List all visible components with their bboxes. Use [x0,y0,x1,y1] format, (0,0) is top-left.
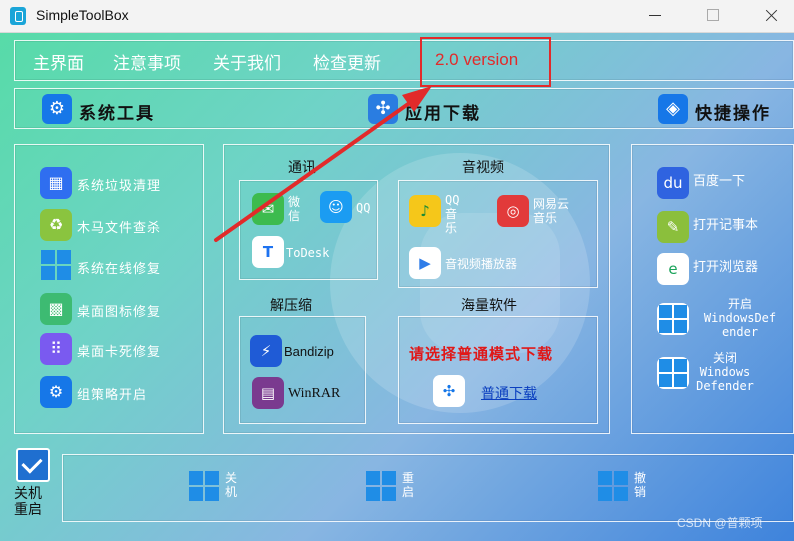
notepad-icon: ✎ [657,211,689,243]
app-label: ToDesk [286,246,330,260]
windows-icon [657,303,689,335]
action-label: 重 启 [402,471,415,499]
shortcut-baidu[interactable]: du 百度一下 [657,167,787,201]
app-wechat[interactable]: ✉ 微 信 [252,193,312,227]
windows-icon [657,357,689,389]
app-label: Bandizip [284,344,334,359]
group-title-media: 音视频 [462,160,504,176]
download-mode-notice: 请选择普通模式下载 [409,345,554,363]
category-label: 系统工具 [79,104,155,124]
shutdown-button[interactable]: 关 机 [189,471,259,507]
app-label: QQ 音 乐 [445,193,460,235]
todesk-icon: T [252,236,284,268]
gear-icon: ⚙ [40,376,72,408]
shortcuts-panel: du 百度一下 ✎ 打开记事本 e 打开浏览器 开启 WindowsDef en… [631,144,794,434]
shortcut-label: 关闭 Windows Defender [696,351,754,393]
recycle-icon: ♻ [40,209,72,241]
shutdown-restart-checkbox[interactable] [16,448,50,482]
netease-music-icon: ◎ [497,195,529,227]
action-label: 关 机 [225,471,238,499]
app-store-icon: ✣ [433,375,465,407]
group-title-archive: 解压缩 [270,298,312,314]
app-qq-music[interactable]: ♪ QQ 音 乐 [409,193,469,241]
system-tools-panel: ▦ 系统垃圾清理 ♻ 木马文件查杀 系统在线修复 ▩ 桌面图标修复 ⠿ 桌面卡死… [14,144,204,434]
qq-music-icon: ♪ [409,195,441,227]
comm-group: ✉ 微 信 ☺ QQ T ToDesk [239,180,378,280]
menu-item-about[interactable]: 关于我们 [213,49,281,74]
menu-item-notes[interactable]: 注意事项 [113,49,181,74]
shortcut-disable-defender[interactable] [657,357,689,391]
menu-bar: 主界面 注意事项 关于我们 检查更新 [14,40,794,81]
app-media-player[interactable]: ▶ 音视频播放器 [409,247,559,281]
title-bar: SimpleToolBox [0,0,794,33]
checkbox-label: 关机 重启 [14,486,42,518]
shortcut-label: 打开记事本 [693,218,759,233]
winrar-icon: ▤ [252,377,284,409]
media-group: ♪ QQ 音 乐 ◎ 网易云 音乐 ▶ 音视频播放器 [398,180,598,288]
app-label: 网易云 音乐 [533,197,570,225]
windows-icon [189,471,221,503]
shortcut-notepad[interactable]: ✎ 打开记事本 [657,211,787,245]
tool-label: 桌面卡死修复 [77,345,162,360]
windows-icon [40,250,72,282]
version-annotation-box: 2.0 version [420,37,551,87]
shortcut-label: 打开浏览器 [693,260,759,275]
qq-icon: ☺ [320,191,352,223]
app-store-icon: ✣ [368,94,398,124]
gear-icon: ⚙ [42,94,72,124]
massive-group: 请选择普通模式下载 ✣ 普通下载 [398,316,598,424]
close-icon[interactable] [748,0,794,32]
edge-icon: e [657,253,689,285]
app-todesk[interactable]: T ToDesk [252,236,352,270]
restart-button[interactable]: 重 启 [366,471,436,507]
grid-icon: ⠿ [40,333,72,365]
menu-item-check-update[interactable]: 检查更新 [313,49,381,74]
maximize-icon[interactable] [690,0,736,32]
version-annotation: 2.0 version [435,50,519,69]
creeper-icon: ▩ [40,293,72,325]
shortcut-label: 百度一下 [693,174,746,189]
shortcut-label: 开启 WindowsDef ender [703,297,777,339]
tool-label: 组策略开启 [77,388,148,403]
tool-label: 桌面图标修复 [77,305,162,320]
app-label: 音视频播放器 [445,257,518,271]
app-bandizip[interactable]: ⚡ Bandizip [250,335,350,369]
category-label: 快捷操作 [695,104,771,124]
group-title-massive: 海量软件 [461,298,517,314]
shortcut-enable-defender[interactable] [657,303,689,337]
app-icon [10,7,26,25]
normal-download[interactable]: ✣ 普通下载 [433,375,573,409]
app-netease-music[interactable]: ◎ 网易云 音乐 [497,195,587,231]
downloads-panel: 通讯 ✉ 微 信 ☺ QQ T ToDesk 音视频 ♪ QQ 音 乐 ◎ 网易… [223,144,610,434]
baidu-icon: du [657,167,689,199]
app-label: WinRAR [288,386,341,401]
shortcut-browser[interactable]: e 打开浏览器 [657,253,787,287]
bandizip-icon: ⚡ [250,335,282,367]
tool-label: 木马文件查杀 [77,221,162,236]
cleanup-icon: ▦ [40,167,72,199]
app-winrar[interactable]: ▤ WinRAR [252,377,352,411]
client-area: 主界面 注意事项 关于我们 检查更新 2.0 version ⚙ 系统工具 ✣ … [0,33,794,541]
action-label: 撤 销 [634,471,647,499]
shortcut-icon: ◈ [658,94,688,124]
minimize-icon[interactable] [632,0,678,32]
undo-button[interactable]: 撤 销 [598,471,668,507]
app-label: QQ [356,201,371,215]
group-title-comm: 通讯 [288,160,316,176]
category-label: 应用下载 [405,104,481,124]
tool-label: 系统在线修复 [77,262,162,277]
play-icon: ▶ [409,247,441,279]
menu-item-home[interactable]: 主界面 [33,49,84,74]
watermark: CSDN @普颗项 [677,516,763,530]
window-title: SimpleToolBox [36,7,129,23]
tool-label: 系统垃圾清理 [77,179,162,194]
normal-download-link[interactable]: 普通下载 [481,383,537,403]
app-qq[interactable]: ☺ QQ [320,191,376,225]
archive-group: ⚡ Bandizip ▤ WinRAR [239,316,366,424]
wechat-icon: ✉ [252,193,284,225]
windows-icon [598,471,630,503]
app-label: 微 信 [288,195,301,223]
footer-actions-panel: 关 机 重 启 撤 销 [62,454,794,522]
windows-icon [366,471,398,503]
